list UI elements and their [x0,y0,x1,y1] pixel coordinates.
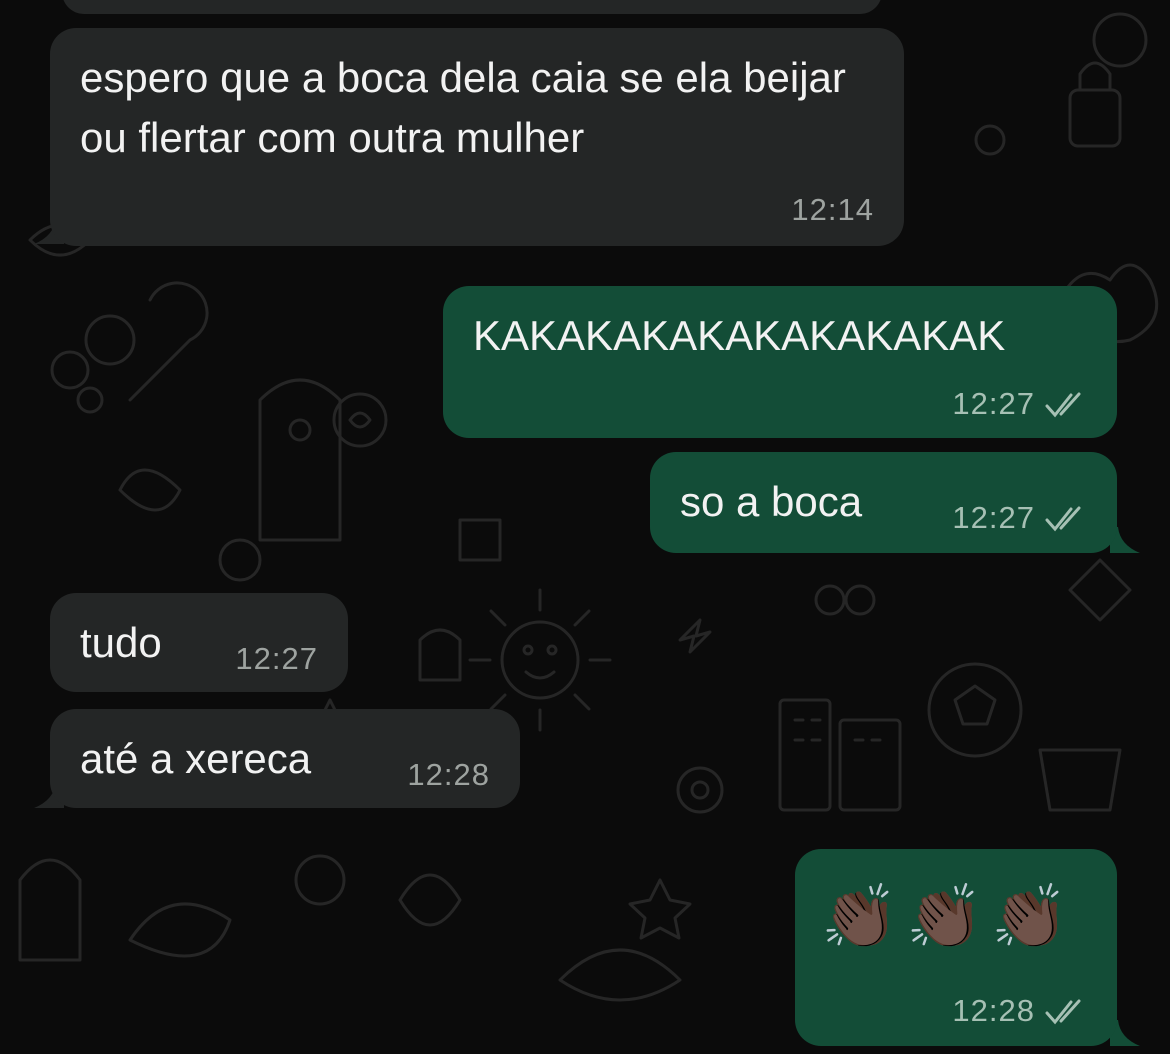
message-time: 12:27 [952,386,1035,421]
clapping-hands-emoji: 👏🏿👏🏿👏🏿 [821,883,1077,952]
message-text: espero que a boca dela caia se ela beija… [80,54,846,161]
message-text: até a xereca [80,735,312,782]
message-text: KAKAKAKAKAKAKAKAKAK [473,312,1006,359]
message-time: 12:14 [791,192,874,227]
message-incoming[interactable]: tudo 12:27 [50,593,348,692]
double-check-icon [1045,999,1081,1025]
message-text: tudo [80,619,162,666]
message-outgoing[interactable]: KAKAKAKAKAKAKAKAKAK 12:27 [443,286,1117,438]
double-check-icon [1045,392,1081,418]
message-time: 12:27 [235,641,318,676]
double-check-icon [1045,506,1081,532]
message-incoming[interactable]: até a xereca 12:28 [50,709,520,808]
message-incoming-partial [62,0,882,14]
message-time: 12:28 [952,993,1035,1028]
message-outgoing[interactable]: 👏🏿👏🏿👏🏿 12:28 [795,849,1117,1046]
message-incoming[interactable]: espero que a boca dela caia se ela beija… [50,28,904,246]
message-outgoing[interactable]: so a boca 12:27 [650,452,1117,553]
message-time: 12:27 [952,500,1035,535]
message-text: so a boca [680,478,863,525]
message-time: 12:28 [407,757,490,792]
